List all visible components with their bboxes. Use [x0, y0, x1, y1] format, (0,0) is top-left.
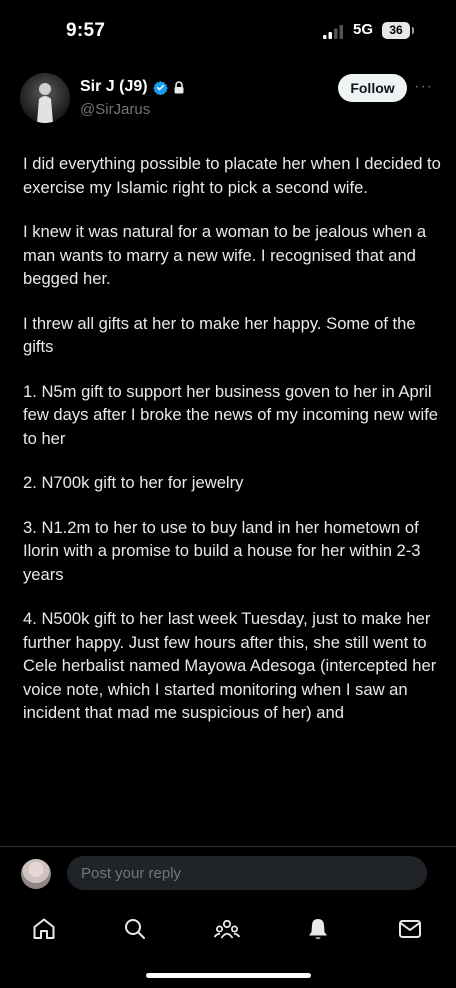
nav-messages[interactable] [395, 914, 425, 944]
nav-communities[interactable] [212, 914, 242, 944]
follow-button[interactable]: Follow [338, 74, 407, 102]
verified-badge-icon [152, 80, 168, 95]
author-avatar[interactable] [20, 73, 70, 123]
notifications-icon [309, 919, 327, 939]
tweet-paragraph: 3. N1.2m to her to use to buy land in he… [23, 517, 421, 584]
author-handle[interactable]: @SirJarus [80, 101, 150, 118]
more-options-icon[interactable]: ··· [414, 78, 433, 96]
tweet-paragraph: I did everything possible to placate her… [23, 154, 441, 197]
tweet-paragraph: 4. N500k gift to her last week Tuesday, … [23, 609, 437, 722]
battery-tip [412, 27, 414, 34]
status-bar: 9:57 5G 36 [0, 0, 456, 62]
protected-lock-icon [174, 80, 184, 93]
network-type: 5G [353, 21, 374, 38]
author-name-row[interactable]: Sir J (J9) [80, 78, 185, 96]
tweet-paragraph: I knew it was natural for a woman to be … [23, 222, 427, 288]
bottom-nav [0, 904, 456, 954]
tweet-paragraph: I threw all gifts at her to make her hap… [23, 313, 416, 357]
battery-icon: 36 [382, 22, 410, 39]
status-time: 9:57 [66, 20, 106, 41]
nav-search[interactable] [120, 914, 150, 944]
nav-notifications[interactable] [303, 914, 333, 944]
search-icon [125, 919, 145, 939]
tweet-text: I did everything possible to placate her… [23, 152, 441, 746]
avatar-figure-icon [37, 83, 53, 123]
messages-icon [399, 920, 421, 938]
home-icon [33, 918, 55, 939]
home-indicator[interactable] [146, 973, 311, 978]
communities-icon [213, 919, 241, 939]
tweet-paragraph: 2. N700k gift to her for jewelry [23, 473, 244, 492]
cellular-signal-icon [323, 25, 343, 39]
reply-bar [0, 846, 456, 899]
user-avatar[interactable] [21, 859, 51, 889]
reply-input[interactable] [67, 856, 427, 890]
author-name[interactable]: Sir J (J9) [80, 78, 148, 96]
tweet-paragraph: 1. N5m gift to support her business gove… [23, 381, 439, 448]
nav-home[interactable] [29, 914, 59, 944]
